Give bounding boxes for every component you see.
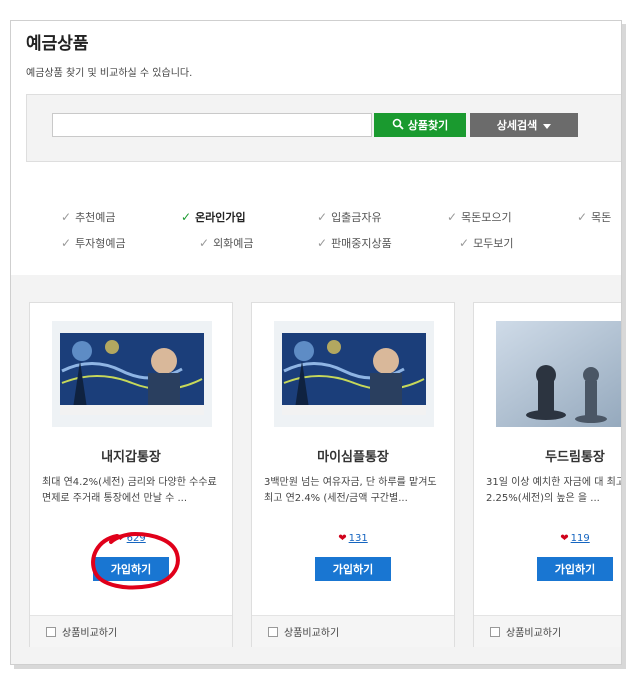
filter-foreign-currency[interactable]: ✓ 외화예금 [199, 235, 254, 251]
like-count[interactable]: ❤ 119 [474, 533, 621, 544]
compare-row: 상품비교하기 [474, 615, 621, 647]
detail-search-button[interactable]: 상세검색 [470, 113, 578, 137]
product-description: 31일 이상 예치한 자금에 대 최고 연 2.25%(세전)의 높은 을 ..… [486, 477, 621, 504]
checkmark-icon: ✓ [181, 210, 192, 224]
filter-discontinued[interactable]: ✓ 판매중지상품 [317, 235, 392, 251]
checkmark-icon: ✓ [577, 210, 588, 224]
like-count[interactable]: ❤ 131 [252, 533, 454, 544]
product-name[interactable]: 두드림통장 [474, 446, 621, 465]
compare-checkbox[interactable] [46, 626, 56, 637]
search-icon [392, 118, 404, 133]
checkmark-icon: ✓ [61, 236, 72, 250]
filter-label: 외화예금 [213, 237, 254, 250]
filter-label: 입출금자유 [331, 211, 382, 224]
annotation-circle [91, 531, 180, 590]
caret-down-icon [543, 119, 552, 132]
filter-lump-saving[interactable]: ✓ 목돈모으기 [447, 209, 512, 225]
filter-free-deposit[interactable]: ✓ 입출금자유 [317, 209, 382, 225]
compare-label: 상품비교하기 [506, 628, 562, 639]
detail-search-label: 상세검색 [496, 119, 538, 132]
filter-label: 목돈 [591, 211, 612, 224]
join-button[interactable]: 가입하기 [537, 557, 613, 581]
product-name[interactable]: 내지갑통장 [30, 446, 232, 465]
filter-label: 목돈모으기 [461, 211, 512, 224]
product-description: 3백만원 넘는 여유자금, 단 하루를 맡겨도 최고 연2.4% (세전/금액 … [264, 477, 437, 504]
category-filters: ✓ 추천예금 ✓ 온라인가입 ✓ 입출금자유 ✓ 목돈모으기 ✓ 목돈 ✓ 투자… [11, 196, 621, 266]
product-card: 마이심플통장 3백만원 넘는 여유자금, 단 하루를 맡겨도 최고 연2.4% … [251, 302, 455, 647]
checkmark-icon: ✓ [199, 236, 210, 250]
search-panel: 상품찾기 상세검색 [26, 94, 621, 162]
compare-row: 상품비교하기 [30, 615, 232, 647]
like-count-value: 119 [570, 533, 590, 544]
compare-row: 상품비교하기 [252, 615, 454, 647]
product-description: 최대 연4.2%(세전) 금리와 다양한 수수료 면제로 주거래 통장에선 만날… [42, 477, 217, 504]
compare-checkbox[interactable] [268, 626, 278, 637]
filter-label: 투자형예금 [75, 237, 126, 250]
search-button[interactable]: 상품찾기 [374, 113, 466, 137]
checkmark-icon: ✓ [317, 210, 328, 224]
compare-checkbox[interactable] [490, 626, 500, 637]
page-subtitle: 예금상품 찾기 및 비교하실 수 있습니다. [26, 68, 193, 79]
filter-investment[interactable]: ✓ 투자형예금 [61, 235, 126, 251]
like-count-value: 131 [348, 533, 368, 544]
heart-icon: ❤ [560, 533, 569, 544]
compare-label: 상품비교하기 [284, 628, 340, 639]
product-list: 내지갑통장 최대 연4.2%(세전) 금리와 다양한 수수료 면제로 주거래 통… [11, 275, 621, 664]
product-name[interactable]: 마이심플통장 [252, 446, 454, 465]
filter-lump-sum[interactable]: ✓ 목돈 [577, 209, 611, 225]
checkmark-icon: ✓ [61, 210, 72, 224]
checkmark-icon: ✓ [459, 236, 470, 250]
filter-label: 모두보기 [473, 237, 514, 250]
filter-label: 온라인가입 [195, 211, 246, 224]
filter-recommended[interactable]: ✓ 추천예금 [61, 209, 116, 225]
product-image-starry-night[interactable] [274, 321, 434, 427]
page-title: 예금상품 [26, 34, 89, 54]
filter-online-join[interactable]: ✓ 온라인가입 [181, 209, 246, 225]
heart-icon: ❤ [338, 533, 347, 544]
search-input[interactable] [52, 113, 372, 137]
product-image-starry-night[interactable] [52, 321, 212, 427]
compare-label: 상품비교하기 [62, 628, 118, 639]
product-card: 두드림통장 31일 이상 예치한 자금에 대 최고 연 2.25%(세전)의 높… [473, 302, 621, 647]
checkmark-icon: ✓ [317, 236, 328, 250]
checkmark-icon: ✓ [447, 210, 458, 224]
product-image-chess[interactable] [496, 321, 621, 427]
search-button-label: 상품찾기 [407, 119, 449, 132]
filter-label: 추천예금 [75, 211, 116, 224]
join-button[interactable]: 가입하기 [315, 557, 391, 581]
product-card: 내지갑통장 최대 연4.2%(세전) 금리와 다양한 수수료 면제로 주거래 통… [29, 302, 233, 647]
filter-view-all[interactable]: ✓ 모두보기 [459, 235, 514, 251]
filter-label: 판매중지상품 [331, 237, 392, 250]
